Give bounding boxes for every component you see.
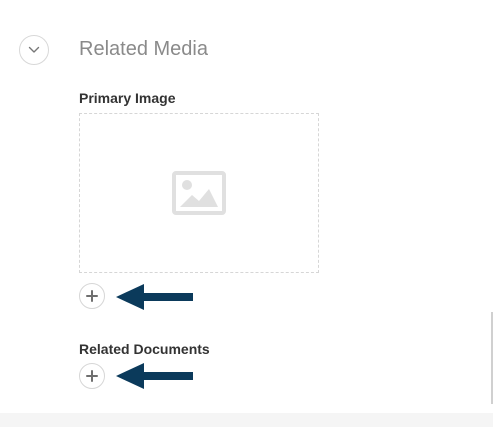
arrow-left-icon xyxy=(114,362,194,390)
plus-icon xyxy=(86,370,98,382)
page-footer-strip xyxy=(0,413,493,427)
primary-image-dropzone[interactable] xyxy=(79,113,319,273)
plus-icon xyxy=(86,290,98,302)
image-placeholder-icon xyxy=(172,171,226,215)
arrow-left-icon xyxy=(114,283,194,311)
section-title: Related Media xyxy=(79,38,208,60)
section-collapse-toggle[interactable] xyxy=(19,35,49,65)
add-primary-image-button[interactable] xyxy=(79,283,105,309)
related-documents-label: Related Documents xyxy=(79,341,210,357)
add-related-document-button[interactable] xyxy=(79,363,105,389)
primary-image-label: Primary Image xyxy=(79,90,176,106)
chevron-down-icon xyxy=(28,46,40,53)
